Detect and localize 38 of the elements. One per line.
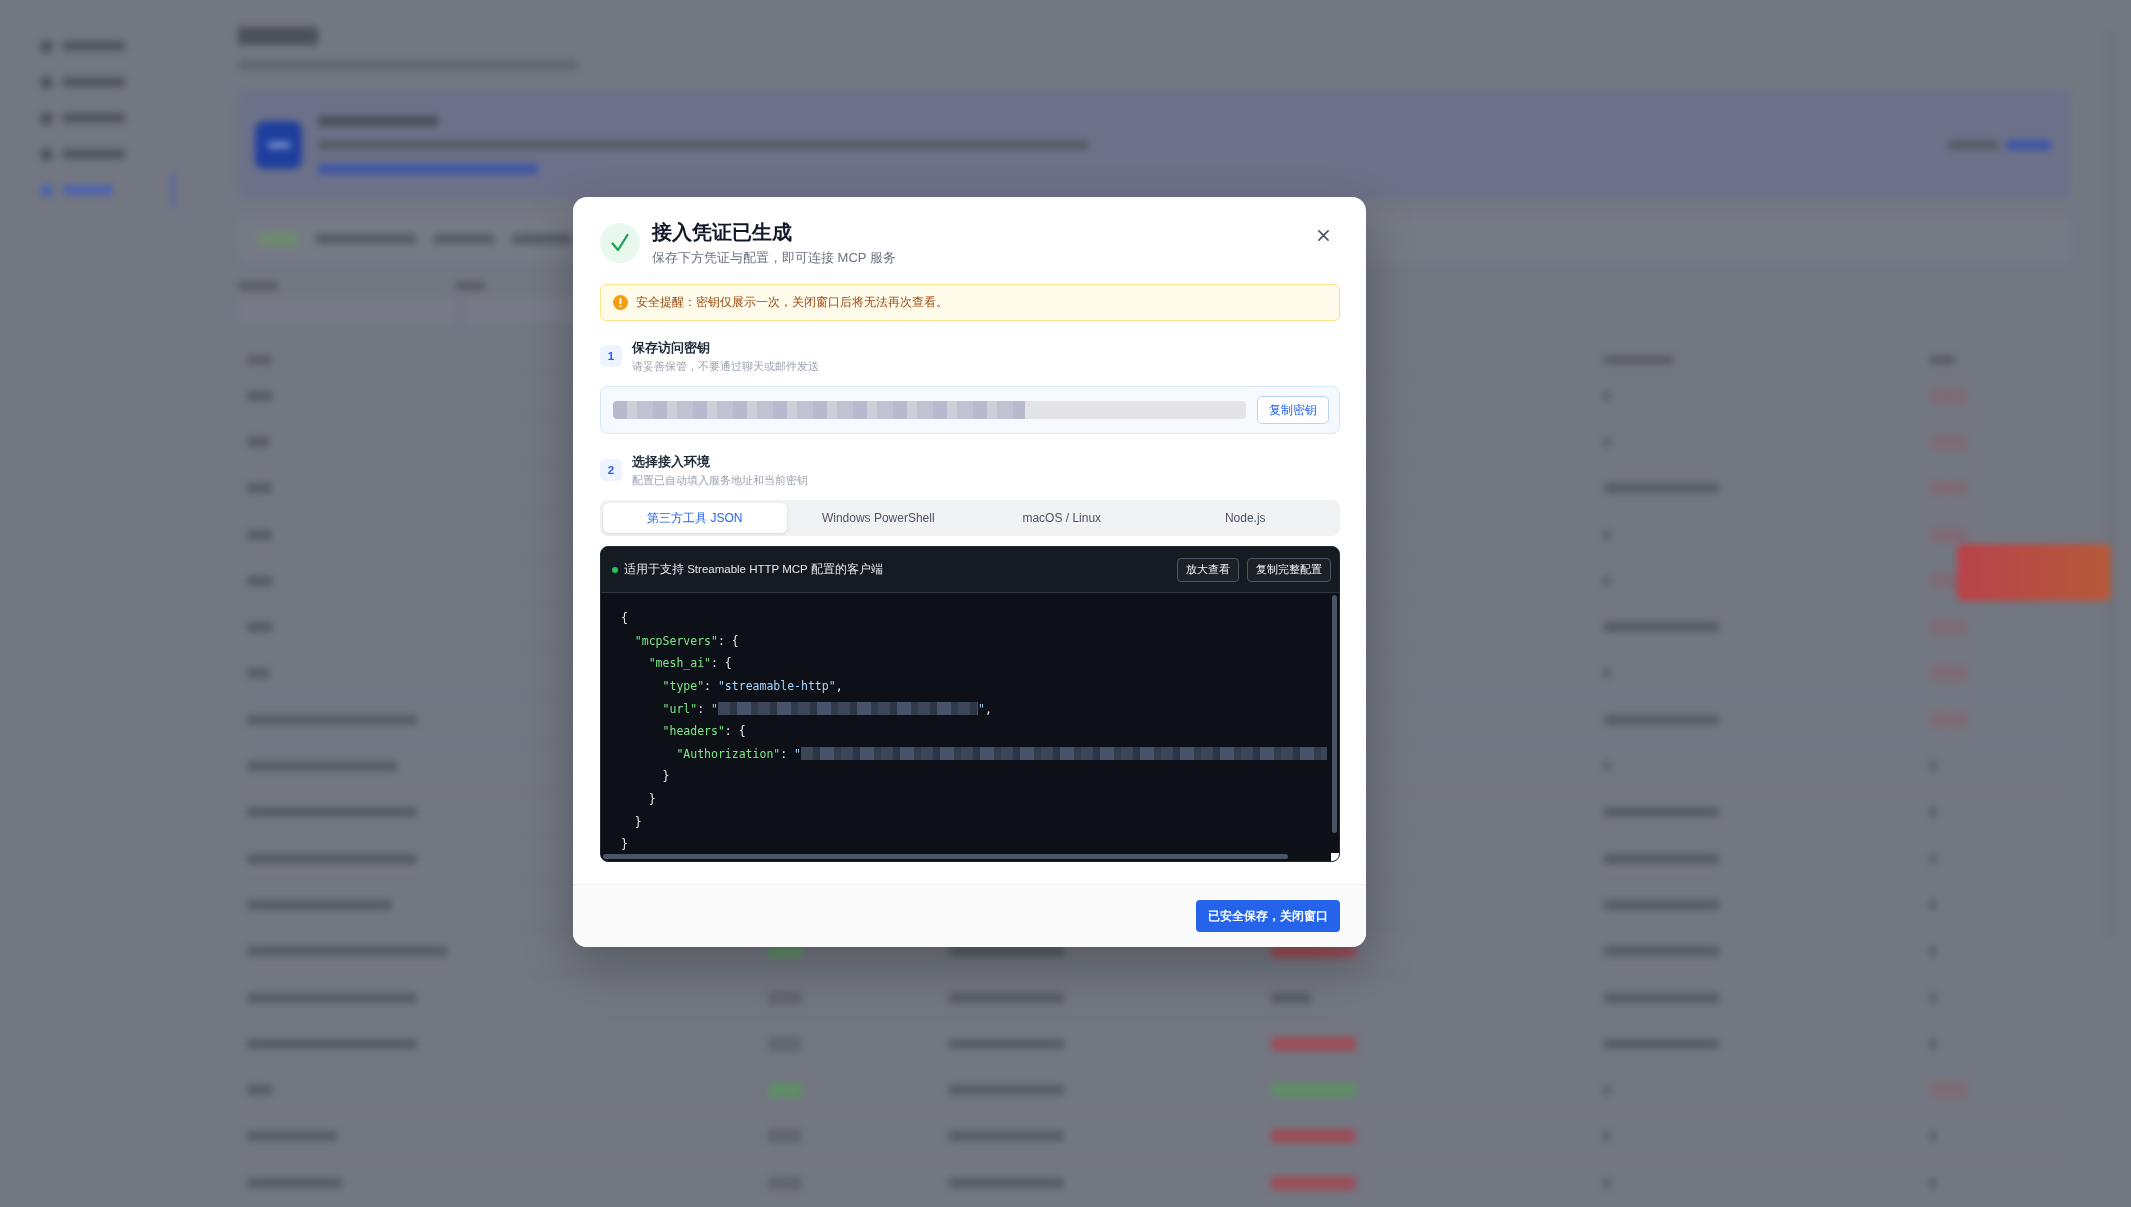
- copy-config-button[interactable]: 复制完整配置: [1247, 557, 1331, 582]
- warning-text: 安全提醒：密钥仅展示一次，关闭窗口后将无法再次查看。: [636, 294, 948, 311]
- tab[interactable]: 第三方工具 JSON: [603, 503, 787, 533]
- key-field[interactable]: [613, 401, 1246, 419]
- dialog-title: 接入凭证已生成: [652, 220, 793, 245]
- scrollbar-thumb[interactable]: [1332, 595, 1337, 833]
- code-text: "Authorization": ": [676, 746, 802, 761]
- step-title: 选择接入环境: [632, 453, 711, 470]
- step-title: 保存访问密钥: [632, 339, 711, 356]
- copy-key-button[interactable]: 复制密钥: [1257, 396, 1329, 424]
- check-icon: [600, 223, 640, 263]
- warning-icon: [613, 295, 628, 310]
- scrollbar-corner: [1331, 853, 1339, 861]
- code-text: }: [621, 837, 628, 852]
- code-text: {: [621, 611, 628, 626]
- step-number: 2: [600, 459, 622, 481]
- code-text: "mcpServers": {: [634, 633, 739, 648]
- code-text: }: [662, 769, 670, 784]
- code-text: }: [634, 814, 642, 829]
- code-caption: 适用于支持 Streamable HTTP MCP 配置的客户端: [624, 562, 883, 577]
- step-hint: 配置已自动填入服务地址和当前密钥: [632, 473, 808, 487]
- status-dot-icon: [612, 566, 618, 573]
- dialog-subtitle: 保存下方凭证与配置，即可连接 MCP 服务: [652, 249, 897, 267]
- code-text: "url": ": [662, 701, 718, 716]
- expand-view-button[interactable]: 放大查看: [1177, 557, 1239, 582]
- scrollbar-thumb[interactable]: [603, 854, 1288, 859]
- code-text: }: [648, 792, 656, 807]
- step-hint: 请妥善保管，不要通过聊天或邮件发送: [632, 359, 819, 373]
- code-text: "mesh_ai": {: [648, 656, 732, 671]
- code-text: "type": "streamable-http",: [662, 679, 843, 694]
- tab[interactable]: Windows PowerShell: [786, 503, 970, 533]
- code-text: "headers": {: [662, 724, 746, 739]
- close-icon: [1317, 229, 1329, 241]
- step-number: 1: [600, 345, 622, 367]
- tab[interactable]: Node.js: [1153, 503, 1337, 533]
- code-text: ",: [977, 701, 992, 716]
- confirm-close-button[interactable]: 已安全保存，关闭窗口: [1196, 900, 1340, 932]
- tab[interactable]: macOS / Linux: [970, 503, 1154, 533]
